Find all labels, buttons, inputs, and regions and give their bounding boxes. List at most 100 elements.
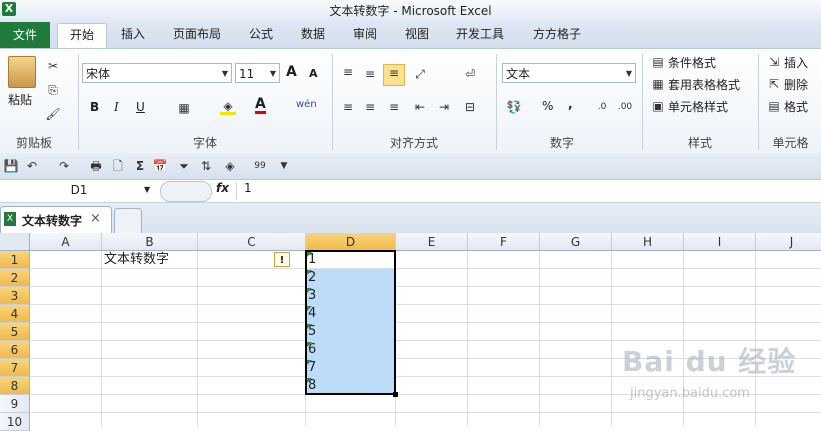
row-header-8[interactable]: 8 [0,377,30,395]
align-right-icon[interactable]: ≡ [386,99,402,115]
increase-indent-icon[interactable]: ⇥ [436,99,452,115]
format-cells-icon[interactable]: ▤ [766,98,782,114]
table-format-icon[interactable]: ▦ [650,76,666,92]
fill-handle[interactable] [393,392,398,397]
currency-icon[interactable]: 💱 [506,99,522,115]
formula-input[interactable]: 1 [244,181,252,195]
customize-qat-icon[interactable]: ▼ [276,158,292,174]
align-center-icon[interactable]: ≡ [362,99,378,115]
tab-formulas[interactable]: 公式 [240,23,282,45]
tab-fangfang[interactable]: 方方格子 [525,23,589,45]
tab-insert[interactable]: 插入 [112,23,154,45]
wrap-text-icon[interactable]: ⏎ [462,66,478,82]
column-header-e[interactable]: E [396,233,468,251]
name-box-dropdown-icon[interactable]: ▼ [144,185,150,194]
font-size-select[interactable]: 11 ▼ [235,63,280,83]
calendar-icon[interactable]: 📅 [152,158,168,174]
format-cells-button[interactable]: 格式 [784,98,808,115]
tab-review[interactable]: 审阅 [344,23,386,45]
shrink-font-button[interactable]: A [309,67,318,80]
insert-cells-button[interactable]: 插入 [784,54,808,71]
decrease-indent-icon[interactable]: ⇤ [412,99,428,115]
tab-developer[interactable]: 开发工具 [448,23,512,45]
sort-icon[interactable]: ⇅ [198,158,214,174]
row-header-1[interactable]: 1 [0,251,30,269]
autosum-icon[interactable]: Σ [132,158,148,174]
print-icon[interactable]: 🖶 [88,158,104,174]
insert-cells-icon[interactable]: ⇲ [766,54,782,70]
number-format-select[interactable]: 文本 ▼ [502,63,636,83]
decrease-decimal-icon[interactable]: .00 [617,99,633,115]
tab-data[interactable]: 数据 [292,23,334,45]
error-warning-icon[interactable]: ! [274,252,290,267]
row-header-3[interactable]: 3 [0,287,30,305]
tab-home[interactable]: 开始 [57,23,107,49]
font-color-button[interactable]: A [255,97,266,114]
align-left-icon[interactable]: ≡ [340,99,356,115]
close-workbook-icon[interactable]: × [90,211,101,226]
insert-function-icon[interactable]: fx [216,181,229,195]
row-header-7[interactable]: 7 [0,359,30,377]
group-divider [332,54,333,150]
row-header-2[interactable]: 2 [0,269,30,287]
row-header-6[interactable]: 6 [0,341,30,359]
bold-button[interactable]: B [90,100,99,114]
increase-decimal-icon[interactable]: .0 [594,99,610,115]
column-header-a[interactable]: A [30,233,102,251]
italic-button[interactable]: I [114,100,119,114]
column-header-c[interactable]: C [198,233,306,251]
border-icon[interactable]: ▦ [176,100,192,116]
conditional-format-button[interactable]: 条件格式 [668,54,716,71]
cell-styles-button[interactable]: 单元格样式 [668,98,728,115]
percent-button[interactable]: % [542,99,553,113]
tab-page-layout[interactable]: 页面布局 [165,23,229,45]
new-workbook-tab[interactable] [114,208,142,233]
cell-b1[interactable]: 文本转数字 [102,251,198,269]
row-header-5[interactable]: 5 [0,323,30,341]
redo-icon[interactable]: ↷ [56,158,72,174]
column-header-d[interactable]: D [306,233,396,251]
fill-color-qat-icon[interactable]: ◈ [222,158,238,174]
column-header-h[interactable]: H [612,233,684,251]
align-top-icon[interactable]: ≡ [340,64,356,80]
underline-button[interactable]: U [136,100,145,114]
row-header-10[interactable]: 10 [0,413,30,431]
delete-cells-button[interactable]: 删除 [784,76,808,93]
column-header-f[interactable]: F [468,233,540,251]
orientation-icon[interactable]: ⤢ [412,66,428,82]
number-sample-icon[interactable]: 99 [252,158,268,174]
paste-icon[interactable] [8,56,36,88]
excel-app-icon[interactable]: X [2,2,16,16]
filter-icon[interactable]: ⏷ [176,158,192,174]
name-box[interactable]: D1 [0,180,158,201]
copy-icon[interactable]: ⎘ [45,82,61,98]
phonetic-button[interactable]: wén [296,99,317,110]
align-middle-icon[interactable]: ≡ [362,66,378,82]
format-painter-icon[interactable]: 🖌 [45,106,61,122]
save-icon[interactable]: 💾 [3,158,19,174]
tab-file[interactable]: 文件 [0,22,50,48]
conditional-format-icon[interactable]: ▤ [650,54,666,70]
row-header-4[interactable]: 4 [0,305,30,323]
column-header-g[interactable]: G [540,233,612,251]
paste-button[interactable]: 粘贴 [8,91,32,108]
cut-icon[interactable]: ✂ [45,58,61,74]
tab-view[interactable]: 视图 [396,23,438,45]
merge-center-icon[interactable]: ⊟ [462,99,478,115]
font-name-select[interactable]: 宋体 ▼ [82,63,232,83]
fill-color-icon[interactable]: ◈ [220,98,236,115]
table-format-button[interactable]: 套用表格格式 [668,76,740,93]
column-header-j[interactable]: J [756,233,821,251]
undo-icon[interactable]: ↶ [24,158,40,174]
cell-styles-icon[interactable]: ▣ [650,98,666,114]
column-header-i[interactable]: I [684,233,756,251]
new-doc-icon[interactable]: 🗋 [110,158,126,174]
delete-cells-icon[interactable]: ⇱ [766,76,782,92]
grow-font-button[interactable]: A [286,64,297,80]
row-header-9[interactable]: 9 [0,395,30,413]
comma-button[interactable]: , [568,97,573,111]
align-bottom-icon[interactable]: ≡ [383,64,405,86]
formula-bar-handle[interactable] [160,181,212,202]
select-all-corner[interactable] [0,233,30,251]
column-header-b[interactable]: B [102,233,198,251]
